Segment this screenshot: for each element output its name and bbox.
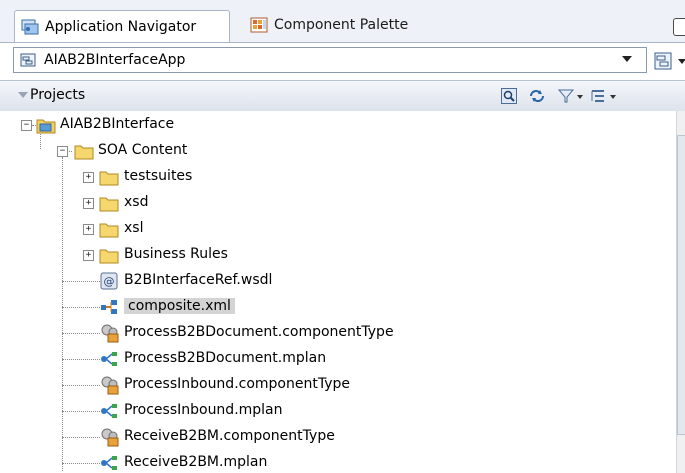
scrollbar-thumb[interactable]: [677, 135, 685, 435]
tab-strip: Application Navigator Component Palette: [0, 0, 685, 42]
tree-item-label: ReceiveB2BM.componentType: [124, 428, 335, 444]
tree-item-component-type[interactable]: ProcessInbound.componentType: [0, 372, 676, 398]
search-icon[interactable]: [501, 88, 517, 104]
application-selector-value: AIAB2BInterfaceApp: [44, 52, 186, 68]
application-navigator-icon: [21, 19, 39, 34]
collapse-triangle-icon[interactable]: [18, 92, 28, 98]
folder-icon: [99, 171, 119, 186]
tree-item-label: testsuites: [124, 168, 193, 184]
tree-item-component-type[interactable]: ProcessB2BDocument.componentType: [0, 320, 676, 346]
tree-item-testsuites[interactable]: + testsuites: [0, 164, 676, 190]
collapse-toggle-icon[interactable]: −: [57, 146, 68, 157]
wsdl-icon: @: [100, 272, 118, 290]
folder-icon: [99, 197, 119, 212]
tree-item-mplan[interactable]: ProcessInbound.mplan: [0, 398, 676, 424]
component-type-icon: [101, 428, 119, 447]
tree-item-label: B2BInterfaceRef.wsdl: [124, 272, 273, 288]
folder-icon: [99, 249, 119, 264]
tree-item-label: xsd: [124, 194, 149, 210]
folder-icon: [99, 223, 119, 238]
expand-toggle-icon[interactable]: +: [83, 250, 94, 261]
expand-toggle-icon[interactable]: +: [83, 224, 94, 235]
tree-options-dropdown-icon[interactable]: [610, 95, 616, 99]
tree-item-label: ProcessInbound.mplan: [124, 402, 283, 418]
component-type-icon: [101, 376, 119, 395]
tab-component-palette[interactable]: Component Palette: [244, 10, 474, 40]
vertical-scrollbar[interactable]: [676, 111, 685, 473]
folder-icon: [74, 145, 94, 160]
application-bar: AIAB2BInterfaceApp: [0, 42, 685, 79]
tree-item-project-root[interactable]: − AIAB2BInterface: [0, 112, 676, 138]
tab-label: Application Navigator: [45, 18, 197, 35]
component-type-icon: [101, 324, 119, 343]
mplan-icon: [101, 404, 117, 418]
expand-toggle-icon[interactable]: +: [83, 198, 94, 209]
mplan-icon: [101, 352, 117, 366]
expand-toggle-icon[interactable]: +: [83, 172, 94, 183]
tree-item-label: composite.xml: [124, 298, 235, 314]
tree-item-label: xsl: [124, 220, 144, 236]
tree-item-label: ProcessInbound.componentType: [124, 376, 351, 392]
application-selector[interactable]: AIAB2BInterfaceApp: [13, 47, 647, 73]
application-menu-icon[interactable]: [654, 52, 672, 70]
tree-item-label: Business Rules: [124, 246, 228, 262]
tree-item-xsl[interactable]: + xsl: [0, 216, 676, 242]
collapse-toggle-icon[interactable]: −: [21, 120, 32, 131]
svg-text:@: @: [104, 275, 115, 288]
tab-application-navigator[interactable]: Application Navigator: [14, 10, 230, 42]
tree-item-business-rules[interactable]: + Business Rules: [0, 242, 676, 268]
application-icon: [20, 53, 36, 67]
tree-item-mplan[interactable]: ProcessB2BDocument.mplan: [0, 346, 676, 372]
application-navigator-window: Application Navigator Component Palette …: [0, 0, 685, 473]
project-tree[interactable]: − AIAB2BInterface − SOA Content + testsu…: [0, 111, 676, 473]
project-icon: [36, 119, 56, 134]
component-palette-icon: [250, 17, 268, 33]
application-menu-dropdown-icon[interactable]: [678, 59, 685, 64]
composite-icon: [101, 300, 117, 314]
projects-header[interactable]: Projects: [0, 80, 685, 112]
tree-item-wsdl[interactable]: @ B2BInterfaceRef.wsdl: [0, 268, 676, 294]
tree-item-label: AIAB2BInterface: [60, 116, 175, 132]
chevron-down-icon[interactable]: [622, 56, 632, 62]
tree-item-soa-content[interactable]: − SOA Content: [0, 138, 676, 164]
mplan-icon: [101, 456, 117, 470]
projects-title: Projects: [30, 87, 86, 103]
tree-item-label: SOA Content: [98, 142, 188, 158]
tree-item-label: ReceiveB2BM.mplan: [124, 454, 268, 470]
refresh-icon[interactable]: [528, 88, 546, 104]
tree-item-xsd[interactable]: + xsd: [0, 190, 676, 216]
tree-item-mplan[interactable]: ReceiveB2BM.mplan: [0, 450, 676, 473]
tab-label: Component Palette: [274, 17, 409, 33]
tree-item-component-type[interactable]: ReceiveB2BM.componentType: [0, 424, 676, 450]
minimize-button[interactable]: [673, 18, 685, 36]
tree-item-composite[interactable]: composite.xml: [0, 294, 676, 320]
tree-item-label: ProcessB2BDocument.mplan: [124, 350, 327, 366]
filter-dropdown-icon[interactable]: [577, 95, 583, 99]
filter-icon[interactable]: [558, 88, 574, 104]
tree-options-icon[interactable]: [590, 88, 606, 104]
tree-item-label: ProcessB2BDocument.componentType: [124, 324, 394, 340]
